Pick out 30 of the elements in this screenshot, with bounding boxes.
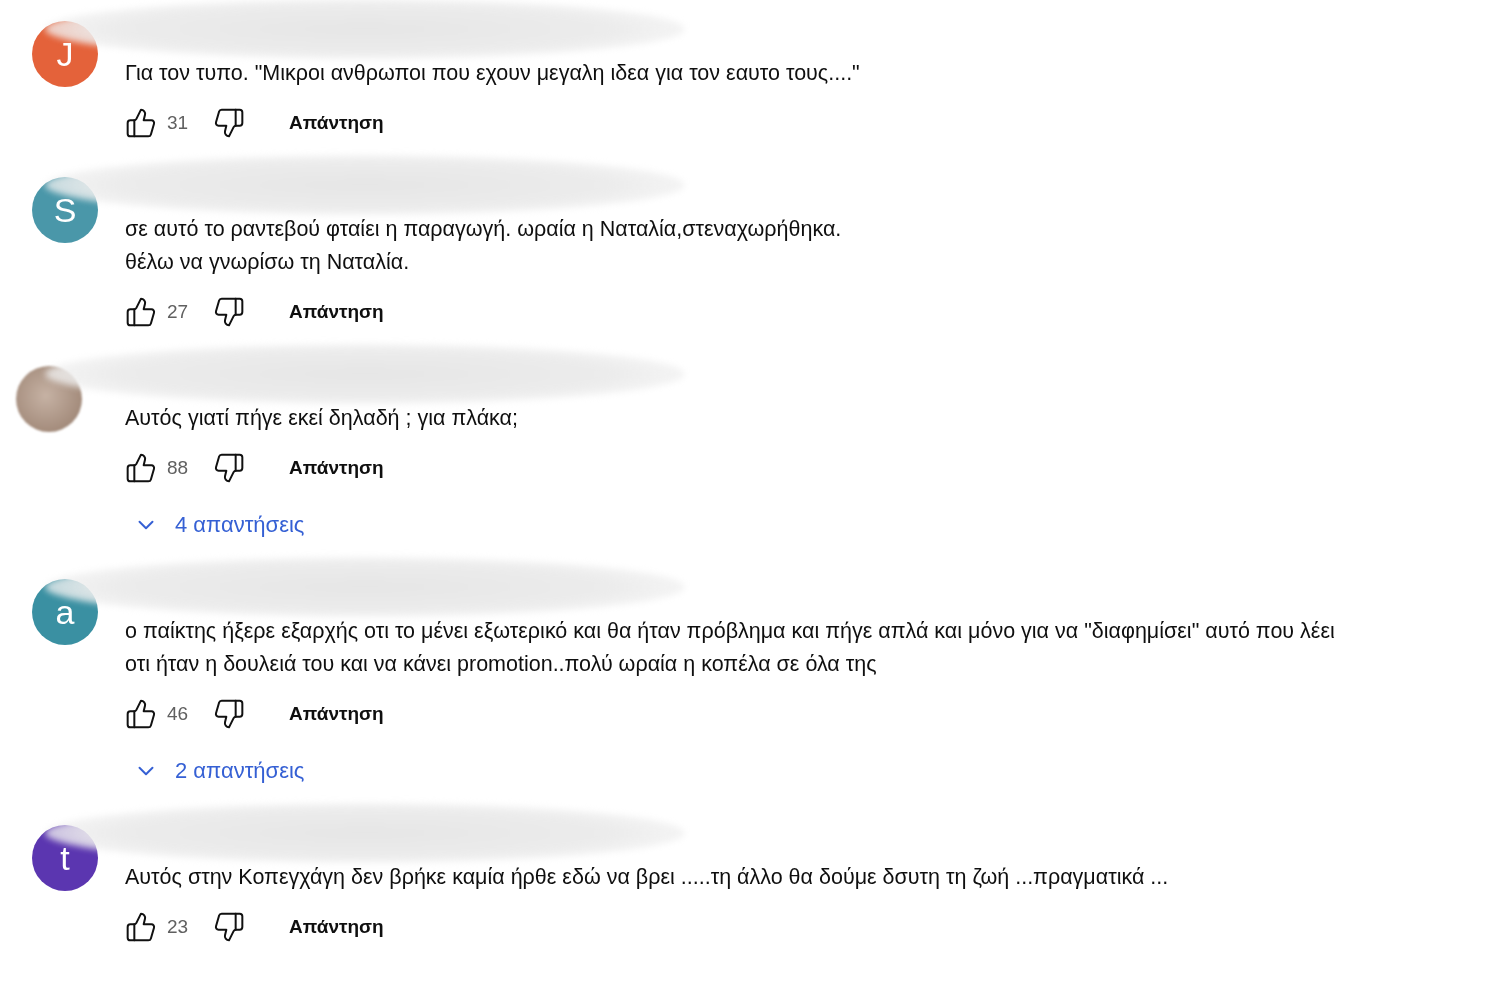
comment-text: Για τον τυπο. "Μικροι ανθρωποι που εχουν μεγαλη ιδεα για τον εαυτο τους...." bbox=[125, 60, 861, 87]
like-count: 31 bbox=[167, 112, 189, 134]
comment-text: σε αυτό το ραντεβού φταίει η παραγωγή. ωραία η Ναταλία,στεναχωρήθηκα. θέλω να γνωρίσω τη Ναταλία. bbox=[125, 216, 843, 276]
thumbs-down-icon[interactable] bbox=[213, 911, 245, 943]
avatar[interactable]: t bbox=[32, 825, 98, 891]
thumbs-down-icon[interactable] bbox=[213, 107, 245, 139]
comment-text: Αυτός γιατί πήγε εκεί δηλαδή ; για πλάκα; bbox=[125, 405, 519, 432]
like-count: 88 bbox=[167, 457, 189, 479]
reply-button[interactable]: Απάντηση bbox=[289, 910, 384, 944]
avatar[interactable]: a bbox=[32, 579, 98, 645]
show-replies-button[interactable]: 4 απαντήσεις bbox=[133, 500, 305, 550]
reply-button[interactable]: Απάντηση bbox=[289, 106, 384, 140]
like-count: 23 bbox=[167, 916, 189, 938]
thumbs-up-icon[interactable] bbox=[125, 452, 157, 484]
avatar-photo-placeholder[interactable] bbox=[16, 366, 82, 432]
show-replies-button[interactable]: 2 απαντήσεις bbox=[133, 746, 305, 796]
thumbs-up-icon[interactable] bbox=[125, 107, 157, 139]
thumbs-down-icon[interactable] bbox=[213, 296, 245, 328]
thumbs-up-icon[interactable] bbox=[125, 296, 157, 328]
comment-text: ο παίκτης ήξερε εξαρχής οτι το μένει εξωτερικό και θα ήταν πρόβλημα και πήγε απλά και μόνο για να "διαφημίσει" αυτό που λέει οτι ήταν η δουλειά του και να κάνει promotion..πολύ ωραία η κοπέλα σε όλα της bbox=[125, 618, 1336, 678]
reply-button[interactable]: Απάντηση bbox=[289, 451, 384, 485]
like-count: 46 bbox=[167, 703, 189, 725]
thumbs-up-icon[interactable] bbox=[125, 698, 157, 730]
comment-text: Αυτός στην Κοπεγχάγη δεν βρήκε καμία ήρθε εδώ να βρει .....τη άλλο θα δούμε δσυτη τη ζωή ...πραγματικά ... bbox=[125, 864, 1170, 891]
thumbs-down-icon[interactable] bbox=[213, 698, 245, 730]
thumbs-up-icon[interactable] bbox=[125, 911, 157, 943]
like-count: 27 bbox=[167, 301, 189, 323]
thumbs-down-icon[interactable] bbox=[213, 452, 245, 484]
reply-button[interactable]: Απάντηση bbox=[289, 697, 384, 731]
reply-button[interactable]: Απάντηση bbox=[289, 295, 384, 329]
